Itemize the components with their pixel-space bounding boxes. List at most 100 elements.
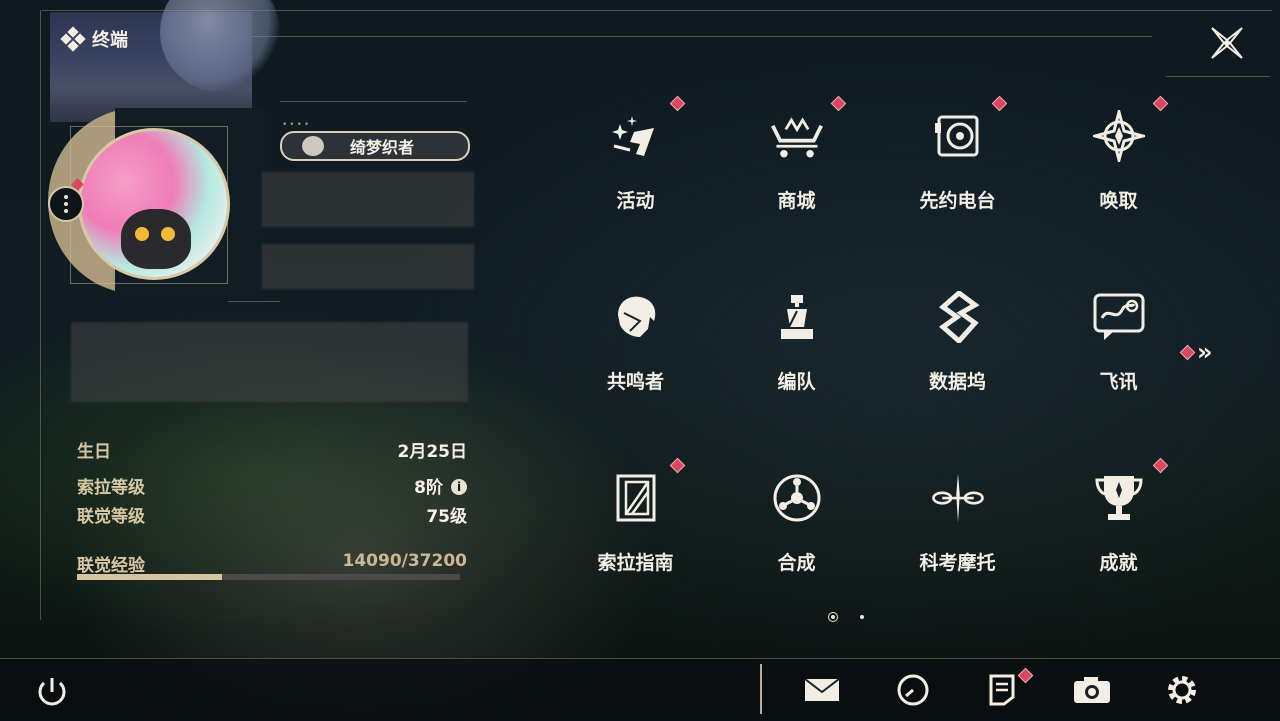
- menu-item-12[interactable]: 成就: [1038, 442, 1199, 623]
- notification-badge: [991, 95, 1008, 112]
- close-button[interactable]: [1208, 24, 1246, 62]
- link-exp-value: 14090/37200: [342, 551, 468, 571]
- link-exp-row: 联觉经验 14090/37200: [77, 551, 467, 576]
- link-exp-progress-bar: [77, 574, 460, 580]
- nickname-badge[interactable]: 绮梦织者: [280, 131, 470, 161]
- menu-item-3[interactable]: 先约电台: [877, 80, 1038, 261]
- clock-icon: [897, 674, 929, 706]
- menu-item-8[interactable]: 飞讯: [1038, 261, 1199, 442]
- camera-button[interactable]: [1072, 672, 1112, 708]
- link-level-label: 联觉等级: [77, 507, 145, 527]
- menu-item-label: 共鸣者: [606, 371, 664, 393]
- menu-item-label: 合成: [777, 552, 816, 574]
- double-chevron-right-icon: »: [1197, 338, 1213, 366]
- sola-level-label: 索拉等级: [77, 478, 145, 498]
- menu-item-1[interactable]: 活动: [555, 80, 716, 261]
- menu-item-label: 飞讯: [1099, 371, 1138, 393]
- guide-book-icon: [608, 470, 664, 526]
- sola-level-row: 索拉等级 8阶 i: [77, 473, 467, 498]
- notification-badge: [669, 457, 686, 474]
- blurred-signature-field: [71, 322, 468, 402]
- info-icon[interactable]: i: [451, 479, 467, 495]
- page-title: 终端: [60, 26, 128, 52]
- next-page-button[interactable]: »: [1179, 338, 1213, 366]
- avatar-cat-eye: [135, 227, 149, 241]
- avatar[interactable]: [78, 128, 230, 280]
- birthday-label: 生日: [77, 442, 111, 462]
- menu-item-6[interactable]: 编队: [716, 261, 877, 442]
- settings-button[interactable]: [1162, 672, 1202, 708]
- menu-item-label: 数据坞: [928, 371, 986, 393]
- chat-bubble-icon: [1091, 289, 1147, 345]
- summon-compass-icon: [1091, 108, 1147, 164]
- menu-item-label: 成就: [1099, 552, 1138, 574]
- menu-item-label: 科考摩托: [919, 552, 996, 574]
- page-dot[interactable]: [860, 615, 864, 619]
- notification-badge: [1152, 457, 1169, 474]
- blurred-id-field: [262, 244, 474, 289]
- menu-item-label: 商城: [777, 190, 816, 212]
- menu-item-4[interactable]: 唤取: [1038, 80, 1199, 261]
- diamond-cluster-icon: [60, 26, 86, 52]
- close-icon: [1211, 27, 1243, 59]
- menu-item-11[interactable]: 科考摩托: [877, 442, 1038, 623]
- page-indicator: [828, 612, 864, 622]
- frame-profile-line: [228, 301, 280, 302]
- bottom-divider: [760, 664, 762, 714]
- mail-button[interactable]: [802, 672, 842, 708]
- avatar-cat: [121, 209, 191, 269]
- menu-item-label: 索拉指南: [597, 552, 674, 574]
- menu-item-label: 先约电台: [919, 190, 996, 212]
- badge-avatar-icon: [302, 136, 324, 156]
- data-dock-icon: [930, 289, 986, 345]
- frame-name-line: [280, 101, 467, 102]
- more-options-button[interactable]: [48, 186, 84, 222]
- link-exp-label: 联觉经验: [77, 556, 145, 576]
- avatar-cat-eye: [161, 227, 175, 241]
- activity-sparkle-icon: [608, 108, 664, 164]
- power-button[interactable]: [34, 674, 70, 710]
- blurred-name-field: [262, 172, 474, 227]
- radio-icon: [930, 108, 986, 164]
- menu-item-label: 活动: [616, 190, 655, 212]
- trophy-icon: [1091, 470, 1147, 526]
- function-menu-grid: 活动 商城 先约电台 唤取共鸣者 编队 数据坞 飞讯索拉指南 合成 科考摩托 成就: [555, 80, 1200, 610]
- menu-item-label: 编队: [777, 371, 816, 393]
- menu-item-5[interactable]: 共鸣者: [555, 261, 716, 442]
- notice-button[interactable]: [982, 667, 1034, 708]
- link-exp-progress-fill: [77, 574, 223, 580]
- menu-item-10[interactable]: 合成: [716, 442, 877, 623]
- power-icon: [38, 678, 66, 706]
- birthday-row: 生日 2月25日: [77, 437, 467, 462]
- menu-item-label: 唤取: [1099, 190, 1138, 212]
- notification-badge: [830, 95, 847, 112]
- notification-badge: [1152, 95, 1169, 112]
- link-level-row: 联觉等级 75级: [77, 502, 467, 527]
- mail-icon: [804, 678, 840, 701]
- motorbike-icon: [930, 470, 986, 526]
- clock-button[interactable]: [893, 672, 933, 708]
- menu-item-7[interactable]: 数据坞: [877, 261, 1038, 442]
- frame-right-line: [1166, 76, 1270, 77]
- name-dots: ••••: [282, 120, 312, 130]
- camera-icon: [1074, 677, 1110, 703]
- notification-badge: [669, 95, 686, 112]
- notice-icon: [989, 674, 1015, 706]
- nickname-badge-text: 绮梦织者: [350, 138, 415, 157]
- chess-team-icon: [769, 289, 825, 345]
- sola-level-value: 8阶: [414, 478, 443, 498]
- menu-item-2[interactable]: 商城: [716, 80, 877, 261]
- settings-gear-icon: [1168, 676, 1196, 704]
- link-level-value: 75级: [426, 507, 467, 527]
- frame-header-line: [252, 36, 1152, 37]
- synthesis-icon: [769, 470, 825, 526]
- shop-cart-icon: [769, 108, 825, 164]
- page-dot-active[interactable]: [828, 612, 838, 622]
- resonator-head-icon: [608, 289, 664, 345]
- birthday-value: 2月25日: [397, 442, 468, 462]
- menu-item-9[interactable]: 索拉指南: [555, 442, 716, 623]
- frame-left-line: [40, 10, 41, 620]
- next-page-badge: [1179, 344, 1196, 360]
- page-title-text: 终端: [92, 30, 128, 51]
- moon-decoration: [160, 0, 280, 92]
